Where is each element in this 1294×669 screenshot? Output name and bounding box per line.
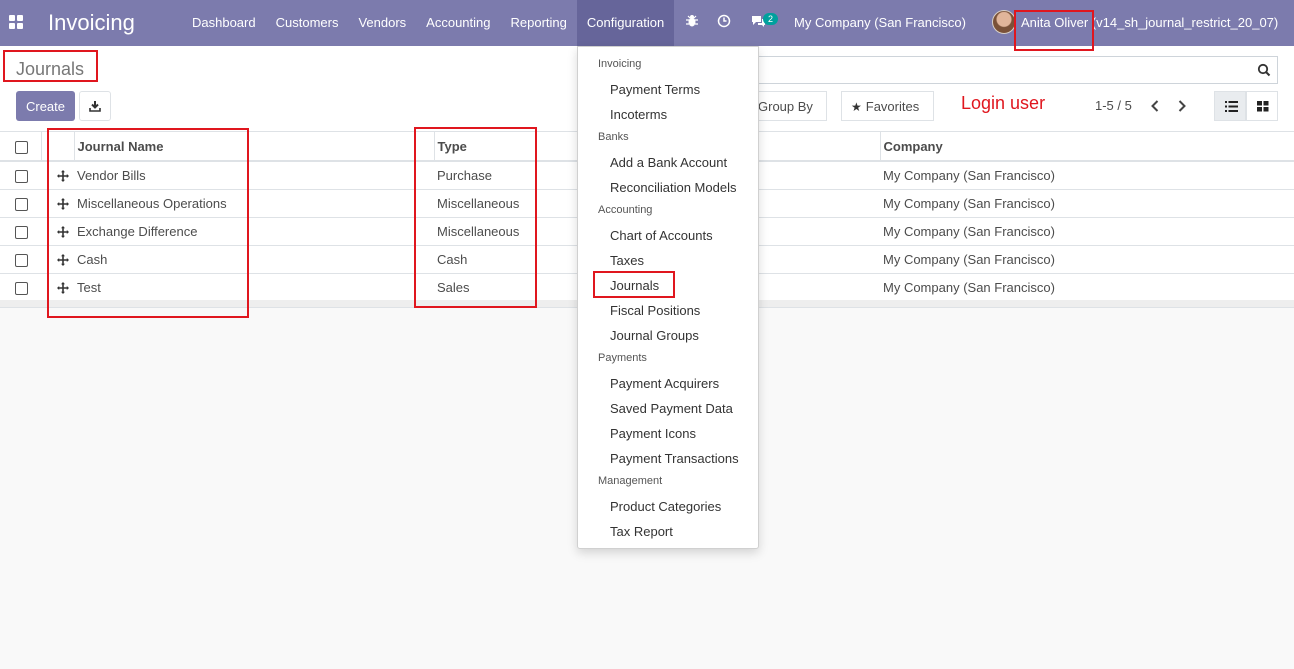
list-view-icon <box>1225 101 1238 112</box>
menu-item-tax-report[interactable]: Tax Report <box>610 524 673 539</box>
create-button[interactable]: Create <box>16 91 75 121</box>
top-navbar: Invoicing Dashboard Customers Vendors Ac… <box>0 0 1294 46</box>
kanban-view-icon <box>1257 101 1269 112</box>
row-checkbox[interactable] <box>15 169 28 183</box>
login-user-annotation: Login user <box>961 93 1046 113</box>
dropdown-header-invoicing: Invoicing <box>598 58 642 70</box>
drag-handle-icon[interactable] <box>57 170 69 183</box>
menu-item-saved-payment-data[interactable]: Saved Payment Data <box>610 401 733 416</box>
row-handle-cell <box>41 161 74 190</box>
journal-company-cell[interactable]: My Company (San Francisco) <box>880 189 1294 218</box>
menu-item-journal-groups[interactable]: Journal Groups <box>610 328 699 343</box>
user-avatar[interactable] <box>992 10 1016 34</box>
journal-name-cell[interactable]: Cash <box>74 245 434 274</box>
row-handle-cell <box>41 273 74 302</box>
search-icon[interactable] <box>1257 63 1271 77</box>
dropdown-header-banks: Banks <box>598 131 629 143</box>
journal-company-cell[interactable]: My Company (San Francisco) <box>880 217 1294 246</box>
menu-item-add-bank-account[interactable]: Add a Bank Account <box>610 155 727 170</box>
drag-handle-icon[interactable] <box>57 254 69 267</box>
menu-vendors[interactable]: Vendors <box>348 0 416 46</box>
search-bar <box>758 56 1278 84</box>
menu-configuration[interactable]: Configuration <box>576 0 675 46</box>
column-header-company[interactable]: Company <box>879 132 1294 162</box>
row-select-cell <box>0 273 41 302</box>
user-menu[interactable]: Anita Oliver (v14_sh_journal_restrict_20… <box>1021 0 1278 46</box>
menu-item-payment-icons[interactable]: Payment Icons <box>610 426 696 441</box>
menu-item-incoterms[interactable]: Incoterms <box>610 107 667 122</box>
breadcrumb: Journals <box>16 59 85 79</box>
menu-item-reconciliation-models[interactable]: Reconciliation Models <box>610 180 736 195</box>
menu-reporting[interactable]: Reporting <box>501 0 577 46</box>
menu-item-payment-transactions[interactable]: Payment Transactions <box>610 451 739 466</box>
drag-handle-icon[interactable] <box>57 282 69 295</box>
menu-customers[interactable]: Customers <box>266 0 349 46</box>
app-brand[interactable]: Invoicing <box>48 10 135 36</box>
configuration-dropdown: Invoicing Payment Terms Incoterms Banks … <box>577 46 759 549</box>
menu-item-journals[interactable]: Journals <box>610 278 659 293</box>
select-all-cell <box>0 132 41 162</box>
row-select-cell <box>0 217 41 246</box>
row-checkbox[interactable] <box>15 225 28 239</box>
list-view-button[interactable] <box>1214 91 1246 121</box>
company-switcher[interactable]: My Company (San Francisco) <box>794 0 966 46</box>
chevron-right-icon[interactable] <box>1172 96 1192 116</box>
journal-name-cell[interactable]: Vendor Bills <box>74 161 434 190</box>
row-handle-cell <box>41 217 74 246</box>
menu-item-payment-acquirers[interactable]: Payment Acquirers <box>610 376 719 391</box>
menu-item-fiscal-positions[interactable]: Fiscal Positions <box>610 303 700 318</box>
star-icon: ★ <box>851 99 862 114</box>
row-checkbox[interactable] <box>15 281 28 295</box>
drag-handle-icon[interactable] <box>57 198 69 211</box>
select-all-checkbox[interactable] <box>15 140 28 154</box>
journal-company-cell[interactable]: My Company (San Francisco) <box>880 245 1294 274</box>
row-select-cell <box>0 189 41 218</box>
journal-company-cell[interactable]: My Company (San Francisco) <box>880 273 1294 302</box>
menu-dashboard[interactable]: Dashboard <box>182 0 266 46</box>
row-handle-cell <box>41 189 74 218</box>
search-input[interactable] <box>763 60 1243 80</box>
row-checkbox[interactable] <box>15 253 28 267</box>
main-menu: Dashboard Customers Vendors Accounting R… <box>182 0 675 46</box>
kanban-view-button[interactable] <box>1246 91 1278 121</box>
favorites-label: Favorites <box>865 98 920 114</box>
menu-accounting[interactable]: Accounting <box>416 0 500 46</box>
drag-handle-icon[interactable] <box>57 226 69 239</box>
pager-value[interactable]: 1-5 / 5 <box>1095 98 1132 113</box>
dropdown-header-management: Management <box>598 475 663 487</box>
column-header-journal-name[interactable]: Journal Name <box>73 132 434 162</box>
menu-item-product-categories[interactable]: Product Categories <box>610 499 721 514</box>
row-select-cell <box>0 161 41 190</box>
journal-name-cell[interactable]: Test <box>74 273 434 302</box>
export-button[interactable] <box>79 91 111 121</box>
journal-name-cell[interactable]: Exchange Difference <box>74 217 434 246</box>
menu-item-taxes[interactable]: Taxes <box>610 253 644 268</box>
dropdown-header-accounting: Accounting <box>598 204 653 216</box>
download-icon <box>89 101 101 112</box>
journal-company-cell[interactable]: My Company (San Francisco) <box>880 161 1294 190</box>
clock-icon[interactable] <box>716 14 732 30</box>
chat-count-badge: 2 <box>763 13 778 25</box>
journal-name-cell[interactable]: Miscellaneous Operations <box>74 189 434 218</box>
row-select-cell <box>0 245 41 274</box>
menu-item-payment-terms[interactable]: Payment Terms <box>610 82 700 97</box>
chevron-left-icon[interactable] <box>1145 96 1165 116</box>
row-handle-cell <box>41 245 74 274</box>
handle-header <box>40 132 74 162</box>
menu-item-chart-of-accounts[interactable]: Chart of Accounts <box>610 228 713 243</box>
row-checkbox[interactable] <box>15 197 28 211</box>
dropdown-header-payments: Payments <box>598 352 647 364</box>
favorites-button[interactable]: ★ Favorites <box>841 91 934 121</box>
apps-grid-icon[interactable] <box>9 15 23 29</box>
view-switcher <box>1214 91 1278 121</box>
bug-icon[interactable] <box>684 14 700 30</box>
